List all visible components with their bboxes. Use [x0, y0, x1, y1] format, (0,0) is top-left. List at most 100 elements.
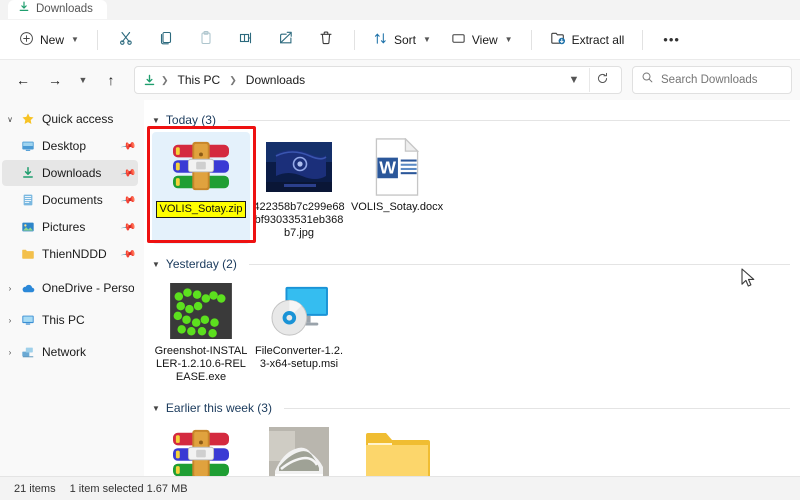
sidebar-item-this-pc[interactable]: › This PC	[2, 307, 138, 333]
sidebar-item-network[interactable]: › Network	[2, 339, 138, 365]
breadcrumb-tools: ▼	[561, 68, 615, 92]
forward-button[interactable]: →	[40, 66, 70, 94]
file-item-volis-sotay-docx[interactable]: W VOLIS_Sotay.docx	[348, 132, 446, 244]
search-input[interactable]: Search Downloads	[632, 66, 792, 94]
sidebar-item-quick-access[interactable]: ∨ Quick access	[2, 106, 138, 132]
clipboard-icon	[198, 30, 214, 49]
word-document-icon: W	[363, 136, 431, 198]
trash-icon	[318, 30, 334, 49]
arrow-up-icon: ↑	[107, 72, 115, 88]
sidebar-item-label: This PC	[42, 313, 85, 327]
arrow-right-icon: →	[48, 72, 62, 88]
greenshot-icon	[167, 280, 235, 342]
cloud-icon	[18, 281, 38, 296]
breadcrumb[interactable]: ❯ This PC ❯ Downloads ▼	[134, 66, 622, 94]
search-placeholder: Search Downloads	[661, 74, 758, 86]
chevron-down-icon[interactable]: ▼	[152, 260, 160, 269]
group-header-yesterday[interactable]: ▼ Yesterday (2)	[152, 254, 790, 274]
refresh-button[interactable]	[589, 68, 615, 92]
group-title: Earlier this week (3)	[165, 401, 272, 415]
tab-downloads[interactable]: Downloads	[8, 0, 107, 19]
file-name-label: Greenshot-INSTALLER-1.2.10.6-RELEASE.exe	[154, 345, 248, 383]
pin-icon[interactable]: 📌	[120, 165, 137, 181]
folder-icon	[18, 247, 38, 261]
svg-text:W: W	[379, 158, 396, 178]
status-bar: 21 items 1 item selected 1.67 MB	[0, 476, 800, 500]
file-tiles-yesterday: Greenshot-INSTALLER-1.2.10.6-RELEASE.exe	[150, 276, 790, 388]
chevron-down-icon: ▼	[422, 35, 431, 44]
chevron-down-icon[interactable]: ▼	[152, 116, 160, 125]
delete-button[interactable]	[307, 26, 345, 54]
chevron-right-icon[interactable]: ›	[2, 316, 18, 325]
sidebar-item-thienndd[interactable]: ThienNDDD 📌	[2, 241, 138, 267]
copy-icon	[158, 30, 174, 49]
file-item-fileconverter-msi[interactable]: FileConverter-1.2.3-x64-setup.msi	[250, 276, 348, 388]
file-name-label: VOLIS_Sotay.zip	[155, 201, 247, 218]
copy-button[interactable]	[147, 26, 185, 54]
more-options-button[interactable]: •••	[652, 26, 691, 54]
sidebar-item-label: Desktop	[42, 139, 87, 153]
breadcrumb-this-pc[interactable]: This PC	[174, 71, 225, 89]
pin-icon[interactable]: 📌	[120, 246, 137, 262]
chevron-down-icon[interactable]: ▼	[152, 404, 160, 413]
file-item-jpg-thumbnail[interactable]: 422358b7c299e68bf93033531eb368b7.jpg	[250, 132, 348, 244]
command-bar: New ▼ Sort ▼ View ▼ Extract all •••	[0, 20, 800, 60]
back-button[interactable]: ←	[8, 66, 38, 94]
group-divider	[248, 263, 790, 265]
chevron-right-icon[interactable]: ›	[2, 348, 18, 357]
view-button[interactable]: View ▼	[442, 26, 522, 54]
cut-button[interactable]	[107, 26, 145, 54]
recent-locations-button[interactable]: ▼	[72, 66, 94, 94]
breadcrumb-downloads[interactable]: Downloads	[242, 71, 309, 89]
downloads-icon	[18, 166, 38, 180]
ellipsis-icon: •••	[663, 32, 680, 47]
pictures-icon	[18, 220, 38, 234]
chevron-right-icon[interactable]: ›	[2, 284, 18, 293]
group-header-today[interactable]: ▼ Today (3)	[152, 110, 790, 130]
sidebar-item-label: ThienNDDD	[42, 247, 107, 261]
extract-all-button[interactable]: Extract all	[541, 26, 634, 54]
file-item-volis-sotay-zip[interactable]: VOLIS_Sotay.zip	[152, 132, 250, 244]
arrow-left-icon: ←	[16, 72, 30, 88]
downloads-icon	[143, 74, 156, 87]
paste-button[interactable]	[187, 26, 225, 54]
sort-button[interactable]: Sort ▼	[364, 26, 440, 54]
file-name-label: FileConverter-1.2.3-x64-setup.msi	[254, 345, 344, 370]
address-bar: ← → ▼ ↑ ❯ This PC ❯ Downloads ▼ Search D…	[0, 60, 800, 100]
share-button[interactable]	[267, 26, 305, 54]
winrar-archive-icon	[167, 136, 235, 198]
group-header-earlier-this-week[interactable]: ▼ Earlier this week (3)	[152, 398, 790, 418]
sidebar-item-desktop[interactable]: Desktop 📌	[2, 133, 138, 159]
file-name-label: VOLIS_Sotay.docx	[350, 201, 444, 213]
new-button[interactable]: New ▼	[10, 26, 88, 54]
tab-label: Downloads	[36, 3, 93, 15]
chevron-down-icon[interactable]: ∨	[2, 115, 18, 124]
sidebar-item-downloads[interactable]: Downloads 📌	[2, 160, 138, 186]
toolbar-divider	[96, 29, 98, 50]
sidebar-item-documents[interactable]: Documents 📌	[2, 187, 138, 213]
up-button[interactable]: ↑	[96, 66, 126, 94]
group-title: Today (3)	[165, 113, 216, 127]
chevron-down-icon: ▼	[71, 35, 79, 44]
sidebar-item-label: Quick access	[42, 112, 114, 126]
pin-icon[interactable]: 📌	[120, 138, 137, 154]
monitor-icon	[451, 31, 466, 49]
network-icon	[18, 345, 38, 359]
new-label: New	[40, 32, 65, 47]
sidebar-item-onedrive[interactable]: › OneDrive - Personal	[2, 275, 138, 301]
sidebar-item-label: Documents	[42, 193, 103, 207]
file-item-greenshot-installer[interactable]: Greenshot-INSTALLER-1.2.10.6-RELEASE.exe	[152, 276, 250, 388]
plus-circle-icon	[19, 31, 34, 49]
pin-icon[interactable]: 📌	[120, 219, 137, 235]
sort-arrows-icon	[373, 31, 388, 49]
breadcrumb-dropdown-button[interactable]: ▼	[561, 68, 587, 92]
image-thumbnail-flag	[265, 136, 333, 198]
file-list-view[interactable]: ▼ Today (3) VOLIS_Sotay.zip 422358b7c299…	[144, 100, 800, 492]
rename-button[interactable]	[227, 26, 265, 54]
scissors-icon	[118, 30, 134, 49]
extract-folder-icon	[550, 30, 566, 49]
pin-icon[interactable]: 📌	[120, 192, 137, 208]
documents-icon	[18, 193, 38, 207]
toolbar-divider-3	[530, 29, 532, 50]
sidebar-item-pictures[interactable]: Pictures 📌	[2, 214, 138, 240]
